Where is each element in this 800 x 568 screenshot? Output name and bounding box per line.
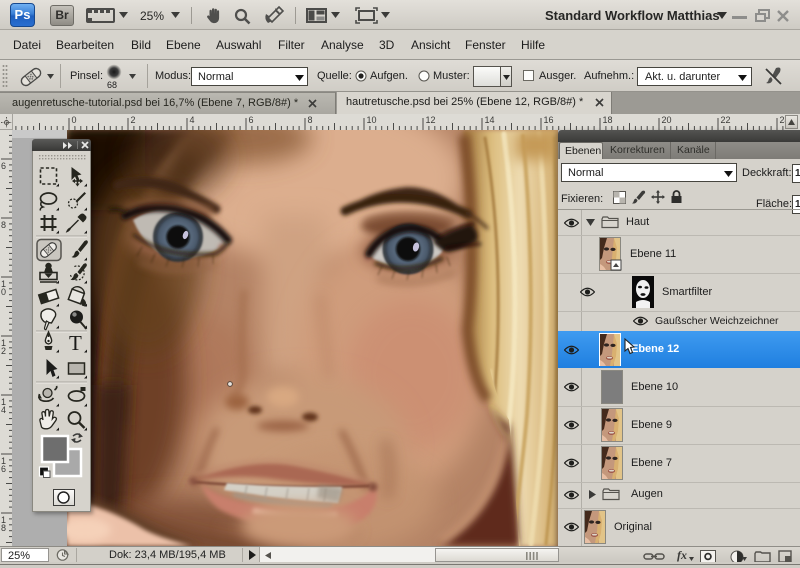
svg-text:20: 20: [662, 115, 672, 125]
svg-text:10: 10: [367, 115, 377, 125]
svg-text:8: 8: [1, 523, 6, 533]
svg-text:2: 2: [131, 115, 136, 125]
svg-text:12: 12: [426, 115, 436, 125]
svg-text:8: 8: [1, 220, 6, 230]
svg-text:18: 18: [603, 115, 613, 125]
svg-text:4: 4: [190, 115, 195, 125]
svg-text:8: 8: [308, 115, 313, 125]
svg-text:0: 0: [1, 287, 6, 297]
svg-text:16: 16: [544, 115, 554, 125]
svg-text:0: 0: [72, 115, 77, 125]
svg-text:2: 2: [1, 346, 6, 356]
svg-text:6: 6: [1, 464, 6, 474]
svg-text:6: 6: [1, 161, 6, 171]
svg-text:6: 6: [249, 115, 254, 125]
svg-text:T: T: [69, 331, 82, 355]
svg-text:4: 4: [1, 405, 6, 415]
svg-text:22: 22: [721, 115, 731, 125]
svg-text:14: 14: [485, 115, 495, 125]
